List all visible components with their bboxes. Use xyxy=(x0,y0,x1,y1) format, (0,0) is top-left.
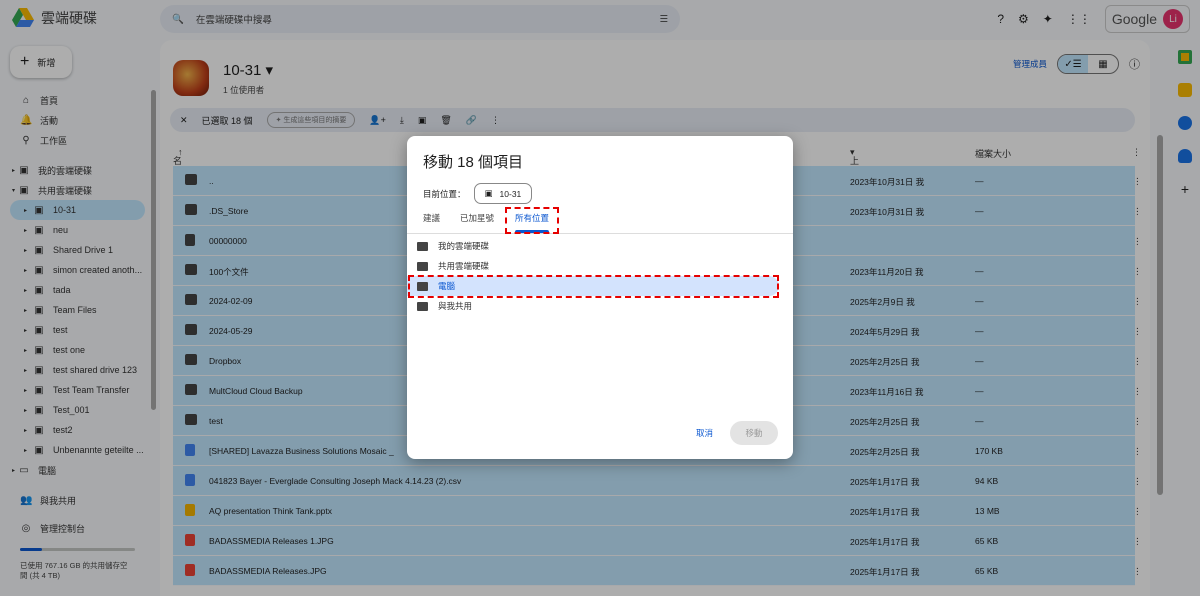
shared-drive-icon: ▣ xyxy=(484,188,493,198)
current-location-chip[interactable]: ▣ 10-31 xyxy=(473,183,533,204)
cancel-button[interactable]: 取消 xyxy=(696,427,713,439)
option-shared-with-me[interactable]: 與我共用 xyxy=(407,296,779,316)
dialog-tabs: 建議 已加星號 所有位置 xyxy=(407,208,793,234)
dialog-title: 移動 18 個項目 xyxy=(423,154,524,171)
tab-suggested[interactable]: 建議 xyxy=(423,212,440,224)
option-shared-drives[interactable]: 共用雲端硬碟 xyxy=(407,256,779,276)
move-dialog: 移動 18 個項目 目前位置： ▣ 10-31 建議 已加星號 所有位置 我的雲端… xyxy=(407,136,793,459)
current-location-label: 目前位置： xyxy=(423,188,466,199)
shared-folder-icon xyxy=(417,301,428,311)
highlight-box xyxy=(505,207,559,234)
my-drive-icon xyxy=(417,241,428,251)
move-button[interactable]: 移動 xyxy=(730,421,778,445)
shared-drive-icon xyxy=(417,261,428,271)
highlight-box xyxy=(408,275,779,298)
tab-starred[interactable]: 已加星號 xyxy=(460,212,494,224)
option-my-drive[interactable]: 我的雲端硬碟 xyxy=(407,236,779,256)
